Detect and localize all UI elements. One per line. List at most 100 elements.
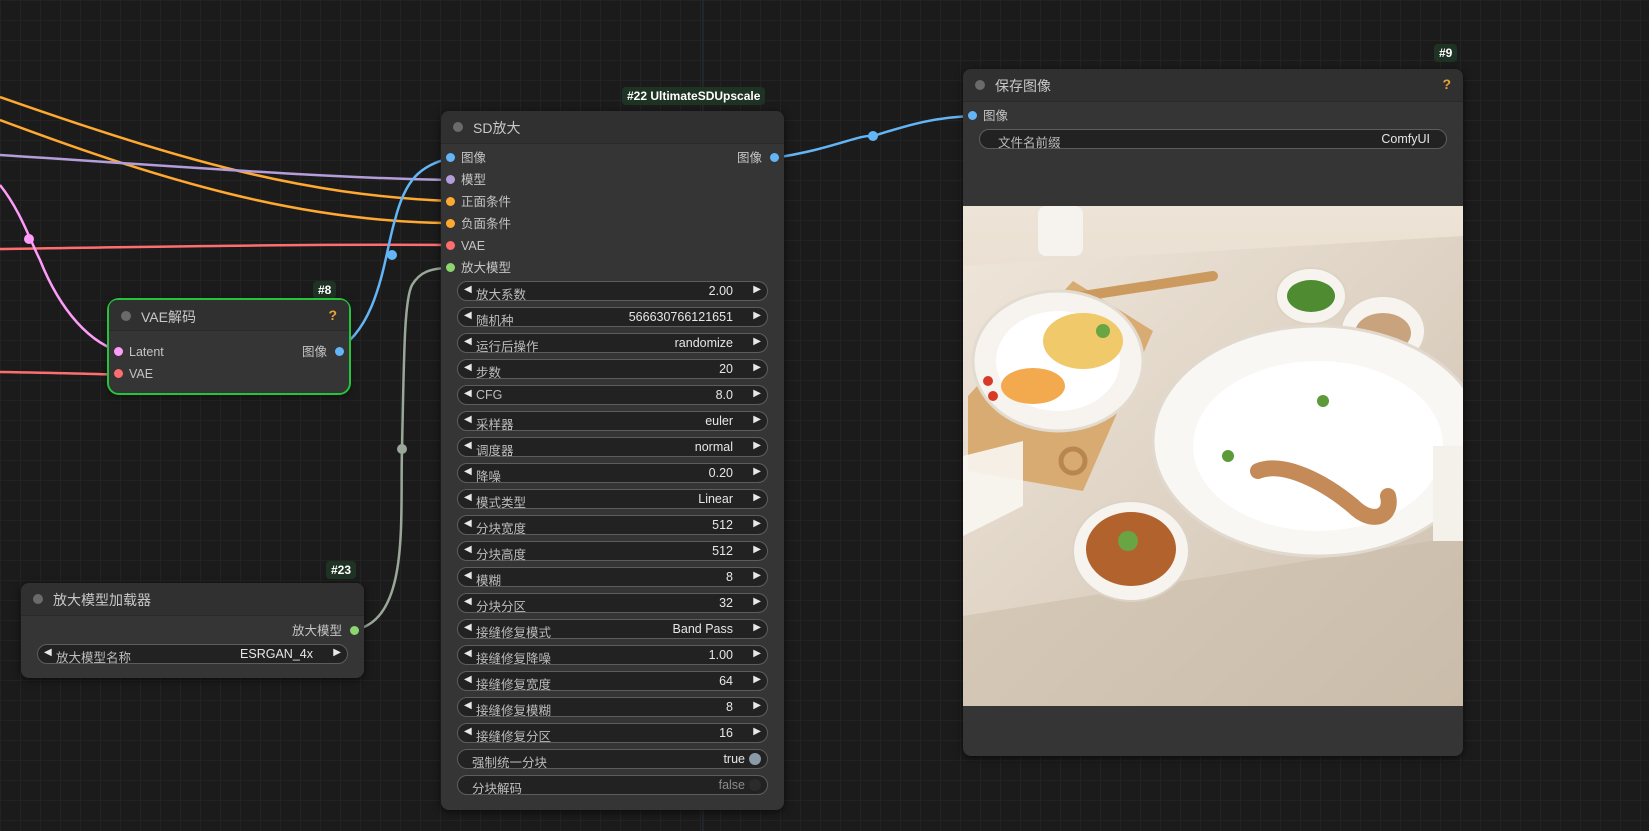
increment-arrow-icon[interactable]: ▶: [753, 414, 761, 425]
toggle-knob-icon[interactable]: [749, 779, 761, 791]
node-header[interactable]: 放大模型加载器: [21, 583, 364, 616]
image-pin-icon[interactable]: [335, 347, 344, 356]
widget-tile-padding[interactable]: ◀ 分块分区 32 ▶: [457, 593, 768, 614]
input-slot-upscale-model[interactable]: 放大模型: [441, 258, 511, 278]
decrement-arrow-icon[interactable]: ◀: [464, 284, 472, 295]
increment-arrow-icon[interactable]: ▶: [333, 647, 341, 658]
image-pin-icon[interactable]: [770, 153, 779, 162]
increment-arrow-icon[interactable]: ▶: [753, 466, 761, 477]
widget-model-name[interactable]: ◀ 放大模型名称 ESRGAN_4x ▶: [37, 644, 348, 665]
decrement-arrow-icon[interactable]: ◀: [464, 310, 472, 321]
input-slot-positive[interactable]: 正面条件: [441, 192, 511, 212]
widget-denoise[interactable]: ◀ 降噪 0.20 ▶: [457, 463, 768, 484]
decrement-arrow-icon[interactable]: ◀: [464, 492, 472, 503]
decrement-arrow-icon[interactable]: ◀: [464, 466, 472, 477]
widget-sampler[interactable]: ◀ 采样器 euler ▶: [457, 411, 768, 432]
increment-arrow-icon[interactable]: ▶: [753, 726, 761, 737]
filename-prefix-field[interactable]: 文件名前缀 ComfyUI: [979, 129, 1447, 150]
toggle-tiled-decode[interactable]: 分块解码 false: [457, 775, 768, 796]
image-preview[interactable]: [963, 206, 1463, 706]
decrement-arrow-icon[interactable]: ◀: [464, 414, 472, 425]
help-icon[interactable]: ?: [328, 307, 337, 323]
decrement-arrow-icon[interactable]: ◀: [464, 544, 472, 555]
sd-upscale-node[interactable]: SD放大 图像 模型 正面条件 负面条件 VAE 放大模型 图像 ◀ 放大系数 2.…: [441, 111, 784, 810]
image-pin-icon[interactable]: [446, 153, 455, 162]
input-slot-image[interactable]: 图像: [441, 148, 486, 168]
increment-arrow-icon[interactable]: ▶: [753, 700, 761, 711]
decrement-arrow-icon[interactable]: ◀: [44, 647, 52, 658]
decrement-arrow-icon[interactable]: ◀: [464, 700, 472, 711]
upscale-model-pin-icon[interactable]: [350, 626, 359, 635]
increment-arrow-icon[interactable]: ▶: [753, 336, 761, 347]
increment-arrow-icon[interactable]: ▶: [753, 570, 761, 581]
widget-seam-fix-mask-blur[interactable]: ◀ 接缝修复模糊 8 ▶: [457, 697, 768, 718]
decrement-arrow-icon[interactable]: ◀: [464, 362, 472, 373]
vae-decode-node[interactable]: VAE解码 ? Latent VAE 图像: [107, 298, 351, 395]
toggle-force-uniform-tiles[interactable]: 强制统一分块 true: [457, 749, 768, 770]
input-slot-model[interactable]: 模型: [441, 170, 486, 190]
decrement-arrow-icon[interactable]: ◀: [464, 674, 472, 685]
increment-arrow-icon[interactable]: ▶: [753, 544, 761, 555]
decrement-arrow-icon[interactable]: ◀: [464, 336, 472, 347]
conditioning-pin-icon[interactable]: [446, 219, 455, 228]
widget-scheduler[interactable]: ◀ 调度器 normal ▶: [457, 437, 768, 458]
decrement-arrow-icon[interactable]: ◀: [464, 726, 472, 737]
upscale-model-loader-node[interactable]: 放大模型加载器 放大模型 ◀ 放大模型名称 ESRGAN_4x ▶: [21, 583, 364, 678]
help-icon[interactable]: ?: [1442, 76, 1451, 92]
widget-steps[interactable]: ◀ 步数 20 ▶: [457, 359, 768, 380]
increment-arrow-icon[interactable]: ▶: [753, 310, 761, 321]
widget-mode-type[interactable]: ◀ 模式类型 Linear ▶: [457, 489, 768, 510]
increment-arrow-icon[interactable]: ▶: [753, 674, 761, 685]
output-slot-image[interactable]: 图像: [302, 342, 349, 362]
input-slot-vae[interactable]: VAE: [109, 364, 153, 384]
widget-mask-blur[interactable]: ◀ 模糊 8 ▶: [457, 567, 768, 588]
widget-seam-fix-width[interactable]: ◀ 接缝修复宽度 64 ▶: [457, 671, 768, 692]
widget-seam-fix-padding[interactable]: ◀ 接缝修复分区 16 ▶: [457, 723, 768, 744]
output-slot-upscale-model[interactable]: 放大模型: [292, 621, 364, 641]
decrement-arrow-icon[interactable]: ◀: [464, 440, 472, 451]
increment-arrow-icon[interactable]: ▶: [753, 362, 761, 373]
widget-cfg[interactable]: ◀ CFG 8.0 ▶: [457, 385, 768, 405]
decrement-arrow-icon[interactable]: ◀: [464, 596, 472, 607]
collapse-dot-icon[interactable]: [121, 311, 131, 321]
input-slot-latent[interactable]: Latent: [109, 342, 164, 362]
increment-arrow-icon[interactable]: ▶: [753, 440, 761, 451]
collapse-dot-icon[interactable]: [453, 122, 463, 132]
widget-seam-fix-mode[interactable]: ◀ 接缝修复模式 Band Pass ▶: [457, 619, 768, 640]
node-header[interactable]: SD放大: [441, 111, 784, 144]
conditioning-pin-icon[interactable]: [446, 197, 455, 206]
node-header[interactable]: VAE解码 ?: [109, 300, 349, 331]
increment-arrow-icon[interactable]: ▶: [753, 648, 761, 659]
decrement-arrow-icon[interactable]: ◀: [464, 648, 472, 659]
increment-arrow-icon[interactable]: ▶: [753, 596, 761, 607]
decrement-arrow-icon[interactable]: ◀: [464, 518, 472, 529]
vae-pin-icon[interactable]: [446, 241, 455, 250]
increment-arrow-icon[interactable]: ▶: [753, 388, 761, 399]
widget-tile-width[interactable]: ◀ 分块宽度 512 ▶: [457, 515, 768, 536]
increment-arrow-icon[interactable]: ▶: [753, 284, 761, 295]
image-pin-icon[interactable]: [968, 111, 977, 120]
widget-upscale-by[interactable]: ◀ 放大系数 2.00 ▶: [457, 281, 768, 302]
decrement-arrow-icon[interactable]: ◀: [464, 388, 472, 399]
widget-seed[interactable]: ◀ 随机种 566630766121651 ▶: [457, 307, 768, 328]
node-header[interactable]: 保存图像 ?: [963, 69, 1463, 102]
widget-control-after-generate[interactable]: ◀ 运行后操作 randomize ▶: [457, 333, 768, 354]
vae-pin-icon[interactable]: [114, 369, 123, 378]
output-slot-image[interactable]: 图像: [737, 148, 784, 168]
input-slot-vae[interactable]: VAE: [441, 236, 485, 256]
increment-arrow-icon[interactable]: ▶: [753, 492, 761, 503]
input-slot-negative[interactable]: 负面条件: [441, 214, 511, 234]
increment-arrow-icon[interactable]: ▶: [753, 622, 761, 633]
collapse-dot-icon[interactable]: [33, 594, 43, 604]
widget-seam-fix-denoise[interactable]: ◀ 接缝修复降噪 1.00 ▶: [457, 645, 768, 666]
model-pin-icon[interactable]: [446, 175, 455, 184]
collapse-dot-icon[interactable]: [975, 80, 985, 90]
latent-pin-icon[interactable]: [114, 347, 123, 356]
save-image-node[interactable]: 保存图像 ? 图像 文件名前缀 ComfyUI: [963, 69, 1463, 756]
upscale-model-pin-icon[interactable]: [446, 263, 455, 272]
input-slot-image[interactable]: 图像: [963, 106, 1008, 126]
decrement-arrow-icon[interactable]: ◀: [464, 570, 472, 581]
widget-tile-height[interactable]: ◀ 分块高度 512 ▶: [457, 541, 768, 562]
decrement-arrow-icon[interactable]: ◀: [464, 622, 472, 633]
toggle-knob-icon[interactable]: [749, 753, 761, 765]
